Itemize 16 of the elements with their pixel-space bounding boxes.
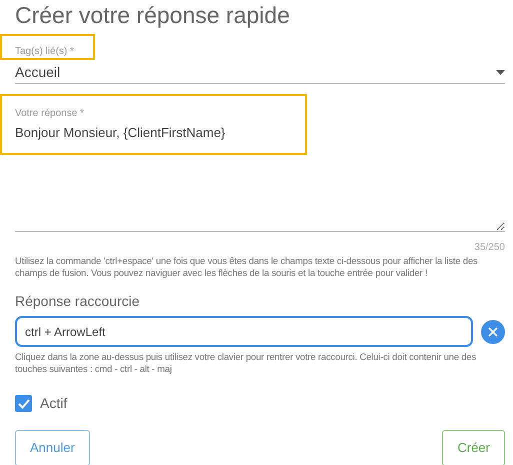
- help-text: Utilisez la commande 'ctrl+espace' une fois que vous êtes dans le champs texte ci-dessous pour afficher la liste des champs de fusion. Vous pouvez naviguer avec les flèches de la souris et la touche entrée pour valider !: [15, 255, 479, 279]
- field-label: Réponse raccourcie: [15, 292, 141, 311]
- dropdown-caret-icon: [496, 70, 505, 75]
- page-title: Créer votre réponse rapide: [15, 1, 291, 30]
- field-label: Votre réponse *: [15, 107, 84, 121]
- tag-select[interactable]: Accueil: [15, 62, 505, 84]
- response-textarea[interactable]: Bonjour Monsieur, {ClientFirstName}: [15, 124, 505, 232]
- field-label: Tag(s) lié(s) *: [15, 45, 74, 59]
- character-counter: 35/250: [473, 241, 505, 255]
- help-text: Cliquez dans la zone au-dessus puis utilisez votre clavier pour rentrer votre raccourci. Celui-ci doit contenir une des touches suivantes : cmd - ctrl - alt - maj: [15, 351, 478, 375]
- shortcut-input[interactable]: ctrl + ArrowLeft: [15, 316, 473, 347]
- active-checkbox[interactable]: [15, 395, 32, 412]
- clear-button[interactable]: [481, 320, 505, 344]
- checkbox-label: Actif: [40, 394, 68, 413]
- select-value: Accueil: [15, 63, 60, 82]
- close-icon: [488, 326, 498, 336]
